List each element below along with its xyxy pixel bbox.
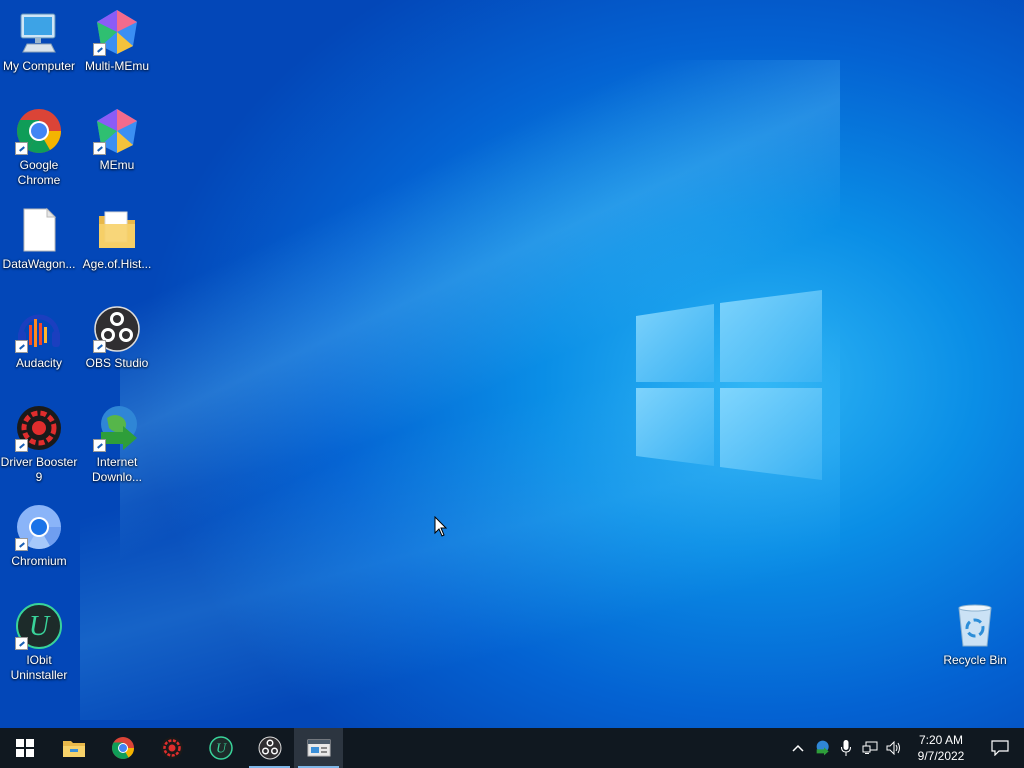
taskbar-driver-booster[interactable] (147, 728, 196, 768)
desktop-icon-label: Multi-MEmu (84, 59, 149, 73)
desktop-icon-age-of-history[interactable]: Age.of.Hist... (78, 206, 156, 272)
taskbar-file-explorer[interactable] (49, 728, 98, 768)
shortcut-arrow-icon (93, 142, 106, 155)
desktop-icon-label: Chromium (11, 554, 67, 568)
desktop-icon-label: Google Chrome (17, 158, 61, 187)
action-center-button[interactable] (976, 728, 1024, 768)
notification-icon (991, 740, 1009, 756)
shortcut-arrow-icon (93, 43, 106, 56)
desktop-icon-chromium[interactable]: Chromium (0, 503, 78, 569)
taskbar-clock[interactable]: 7:20 AM 9/7/2022 (906, 732, 976, 764)
volume-icon[interactable] (882, 728, 906, 768)
desktop-icon-label: Internet Downlo... (91, 455, 143, 484)
clock-time: 7:20 AM (918, 733, 964, 747)
system-tray: 7:20 AM 9/7/2022 (786, 728, 1024, 768)
desktop-icon-driver-booster[interactable]: Driver Booster 9 (0, 404, 78, 485)
svg-text:U: U (215, 742, 226, 757)
recycle-bin-icon (951, 602, 999, 650)
desktop-icon-label: Audacity (15, 356, 63, 370)
window-app-icon (307, 739, 330, 757)
obs-icon (258, 736, 281, 760)
shortcut-arrow-icon (15, 142, 28, 155)
memu-icon (93, 107, 141, 155)
shortcut-arrow-icon (15, 340, 28, 353)
shortcut-arrow-icon (15, 439, 28, 452)
folder-icon (93, 206, 141, 254)
desktop-icon-label: IObit Uninstaller (10, 653, 68, 682)
obs-icon (93, 305, 141, 353)
svg-text:U: U (29, 611, 51, 642)
microphone-icon[interactable] (834, 728, 858, 768)
desktop-icon-memu[interactable]: MEmu (78, 107, 156, 173)
file-icon (15, 206, 63, 254)
desktop[interactable]: My Computer Multi-MEmu Google Chrome MEm… (0, 0, 1024, 728)
show-hidden-icons-chevron-icon[interactable] (786, 728, 810, 768)
computer-icon (15, 8, 63, 56)
shortcut-arrow-icon (15, 538, 28, 551)
taskbar: U 7:20 AM 9/7/2022 (0, 728, 1024, 768)
desktop-icon-label: DataWagon... (2, 257, 76, 271)
shortcut-arrow-icon (93, 340, 106, 353)
driver-booster-icon (160, 737, 183, 759)
windows-logo-wallpaper (636, 290, 822, 480)
taskbar-iobit-uninstaller[interactable]: U (196, 728, 245, 768)
mouse-cursor-icon (434, 516, 448, 537)
desktop-icon-my-computer[interactable]: My Computer (0, 8, 78, 74)
desktop-icon-label: Age.of.Hist... (82, 257, 152, 271)
desktop-icon-audacity[interactable]: Audacity (0, 305, 78, 371)
iobit-uninstaller-icon: U (208, 736, 233, 760)
desktop-icon-recycle-bin[interactable]: Recycle Bin (936, 602, 1014, 668)
desktop-icon-label: My Computer (2, 59, 76, 73)
shortcut-arrow-icon (15, 637, 28, 650)
file-explorer-icon (62, 741, 85, 757)
iobit-uninstaller-icon: U (15, 602, 63, 650)
desktop-icon-label: MEmu (99, 158, 135, 172)
windows-start-icon (15, 739, 34, 757)
multi-memu-icon (93, 8, 141, 56)
clock-date: 9/7/2022 (917, 749, 965, 763)
network-icon[interactable] (858, 728, 882, 768)
internet-download-manager-icon (93, 404, 141, 452)
taskbar-google-chrome[interactable] (98, 728, 147, 768)
desktop-icon-obs-studio[interactable]: OBS Studio (78, 305, 156, 371)
start-button[interactable] (0, 728, 49, 768)
desktop-icon-label: OBS Studio (85, 356, 149, 370)
desktop-icon-label: Recycle Bin (943, 653, 1007, 667)
desktop-icon-label: Driver Booster 9 (0, 455, 78, 484)
chromium-icon (15, 503, 63, 551)
driver-booster-icon (15, 404, 63, 452)
desktop-icon-google-chrome[interactable]: Google Chrome (0, 107, 78, 188)
chrome-icon (15, 107, 63, 155)
audacity-icon (15, 305, 63, 353)
desktop-icon-iobit-uninstaller[interactable]: U IObit Uninstaller (0, 602, 78, 683)
desktop-icon-datawagon[interactable]: DataWagon... (0, 206, 78, 272)
internet-download-manager-tray-icon[interactable] (810, 728, 834, 768)
desktop-icon-multi-memu[interactable]: Multi-MEmu (78, 8, 156, 74)
desktop-icon-internet-download-manager[interactable]: Internet Downlo... (78, 404, 156, 485)
taskbar-active-window[interactable] (294, 728, 343, 768)
shortcut-arrow-icon (93, 439, 106, 452)
taskbar-obs-studio[interactable] (245, 728, 294, 768)
chrome-icon (111, 737, 134, 759)
